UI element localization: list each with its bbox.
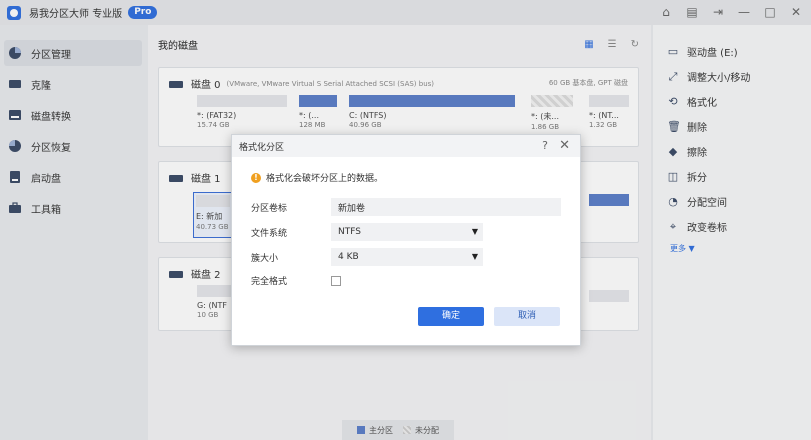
warning-message: ! 格式化会破坏分区上的数据。 — [251, 171, 383, 184]
warning-icon: ! — [251, 172, 261, 183]
cluster-size-select[interactable]: 4 KB ▼ — [331, 248, 483, 266]
format-partition-dialog: 格式化分区 ? ✕ ! 格式化会破坏分区上的数据。 分区卷标 新加卷 文件系统 … — [231, 134, 581, 346]
volume-label-row: 分区卷标 新加卷 — [251, 198, 561, 216]
filesystem-select[interactable]: NTFS ▼ — [331, 223, 483, 241]
chevron-down-icon: ▼ — [471, 252, 478, 261]
chevron-down-icon: ▼ — [471, 227, 478, 236]
field-label: 分区卷标 — [251, 203, 288, 214]
cluster-size-row: 簇大小 4 KB ▼ — [251, 248, 483, 266]
dialog-header: 格式化分区 ? ✕ — [232, 135, 580, 157]
cancel-button[interactable]: 取消 — [494, 307, 560, 326]
help-icon[interactable]: ? — [542, 139, 548, 152]
field-label: 完全格式 — [251, 277, 288, 287]
filesystem-row: 文件系统 NTFS ▼ — [251, 223, 483, 241]
ok-button[interactable]: 确定 — [418, 307, 484, 326]
close-icon[interactable]: ✕ — [559, 138, 570, 153]
dialog-title: 格式化分区 — [239, 142, 285, 153]
field-label: 簇大小 — [251, 253, 279, 264]
volume-label-input[interactable]: 新加卷 — [331, 198, 561, 216]
full-format-row: 完全格式 — [251, 274, 341, 287]
field-label: 文件系统 — [251, 228, 288, 239]
full-format-checkbox[interactable] — [331, 275, 341, 286]
